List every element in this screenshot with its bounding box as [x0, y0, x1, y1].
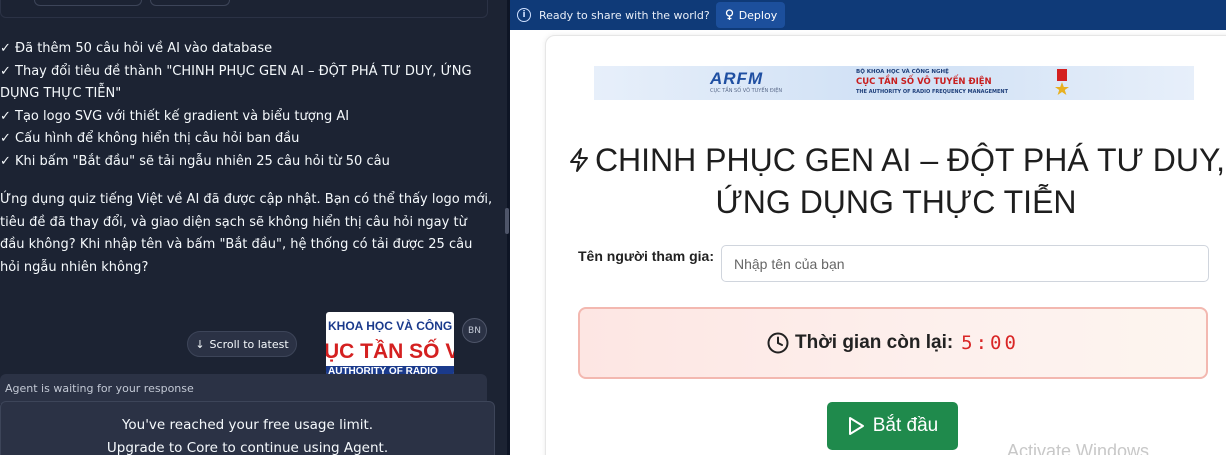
info-icon: i	[517, 8, 531, 22]
checklist-item: ✓ Khi bấm "Bắt đầu" sẽ tải ngẫu nhiên 25…	[0, 153, 390, 169]
screenshot-thumbnail[interactable]: KHOA HỌC VÀ CÔNG ỤC TẦN SỐ VÔ AUTHORITY …	[326, 312, 454, 375]
lightning-icon	[569, 148, 588, 172]
participant-name-label: Tên người tham gia:	[578, 248, 714, 264]
arfm-logo-text: ARFM	[710, 69, 764, 88]
checklist-item: ✓ Cấu hình để không hiển thị câu hỏi ban…	[0, 131, 300, 146]
usage-limit-line: You've reached your free usage limit.	[121, 417, 374, 433]
agent-waiting-status: Agent is waiting for your response	[0, 374, 487, 404]
previous-action-chip[interactable]	[34, 0, 142, 6]
arrow-down-icon: ↓	[195, 337, 205, 351]
agent-summary-text: Ứng dụng quiz tiếng Việt về AI đã được c…	[0, 192, 493, 275]
deploy-label: Deploy	[738, 8, 778, 22]
quiz-app-card: ARFM CỤC TẦN SỐ VÔ TUYẾN ĐIỆN BỘ KHOA HỌ…	[545, 35, 1226, 455]
participant-name-input[interactable]	[721, 245, 1209, 282]
arfm-logo-banner: ARFM CỤC TẦN SỐ VÔ TUYẾN ĐIỆN BỘ KHOA HỌ…	[594, 66, 1194, 100]
emblem-icon	[1055, 69, 1069, 95]
splitter-handle[interactable]	[505, 208, 509, 234]
changes-checklist: ✓ Đã thêm 50 câu hỏi về AI vào database …	[0, 38, 495, 173]
checklist-item: ✓ Thay đổi tiêu đề thành "CHINH PHỤC GEN…	[0, 63, 472, 102]
org-line-3: THE AUTHORITY OF RADIO FREQUENCY MANAGEM…	[856, 89, 1009, 95]
org-line-2: CỤC TẦN SỐ VÔ TUYẾN ĐIỆN	[856, 77, 992, 87]
activate-windows-watermark: Activate Windows	[1007, 441, 1150, 455]
timer-value: 5:00	[961, 332, 1019, 354]
deploy-icon	[725, 9, 733, 20]
agent-chat-pane: ✓ Đã thêm 50 câu hỏi về AI vào database …	[0, 0, 507, 455]
previous-action-chip-2[interactable]	[150, 0, 230, 6]
countdown-timer: Thời gian còn lại: 5:00	[578, 307, 1208, 379]
arfm-subtitle: CỤC TẦN SỐ VÔ TUYẾN ĐIỆN	[710, 88, 783, 94]
timer-label: Thời gian còn lại:	[795, 332, 954, 353]
org-line-1: BỘ KHOA HỌC VÀ CÔNG NGHỆ	[856, 69, 949, 75]
deploy-banner-text: Ready to share with the world?	[539, 8, 710, 22]
deploy-button[interactable]: Deploy	[715, 2, 786, 28]
usage-limit-notice: You've reached your free usage limit. Up…	[0, 401, 495, 455]
scroll-to-latest-button[interactable]: ↓ Scroll to latest	[187, 331, 297, 357]
checklist-item: ✓ Tạo logo SVG với thiết kế gradient và …	[0, 108, 350, 124]
start-label: Bắt đầu	[872, 415, 939, 436]
start-button[interactable]: Bắt đầu	[827, 402, 958, 450]
deploy-banner: i Ready to share with the world? Deploy	[510, 0, 1226, 30]
clock-icon	[767, 332, 789, 354]
thumbnail-text-2: ỤC TẦN SỐ VÔ	[326, 340, 454, 363]
play-icon	[848, 417, 864, 435]
app-title: CHINH PHỤC GEN AI – ĐỘT PHÁ TƯ DUY, ỨNG …	[566, 139, 1226, 223]
checklist-item: ✓ Đã thêm 50 câu hỏi về AI vào database	[0, 41, 273, 56]
user-avatar: BN	[462, 318, 487, 343]
thumbnail-text-1: KHOA HỌC VÀ CÔNG	[328, 319, 453, 333]
webview-pane: i Ready to share with the world? Deploy …	[510, 0, 1226, 455]
scroll-to-latest-label: Scroll to latest	[209, 337, 289, 351]
app-title-text: CHINH PHỤC GEN AI – ĐỘT PHÁ TƯ DUY, ỨNG …	[594, 142, 1226, 220]
upgrade-line: Upgrade to Core to continue using Agent.	[106, 440, 389, 455]
